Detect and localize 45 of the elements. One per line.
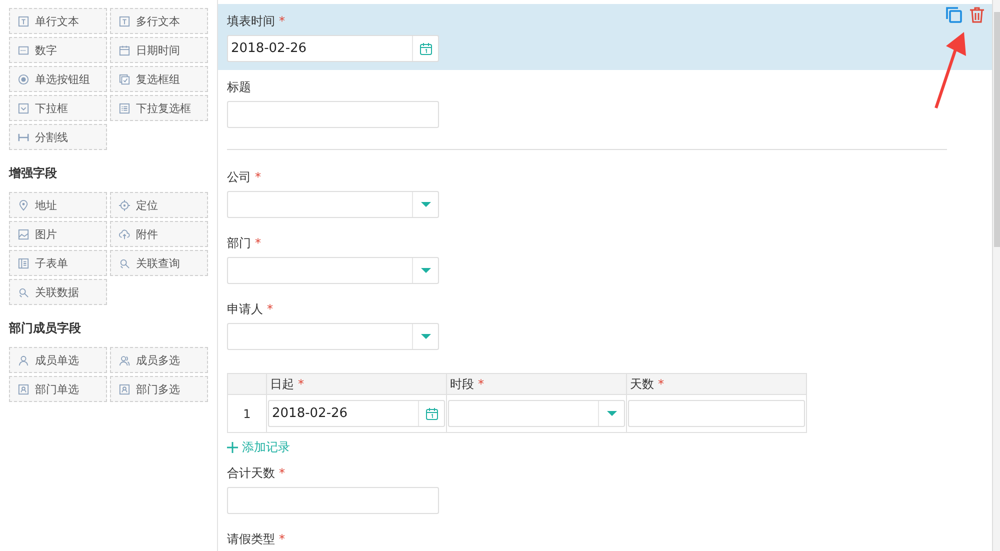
field-type-button[interactable]: 下拉复选框 [110, 95, 208, 121]
field-type-button[interactable]: 分割线 [9, 124, 107, 150]
section-heading: 部门成员字段 [9, 320, 82, 337]
required-mark: * [267, 301, 273, 317]
column-header: 天数 [630, 376, 654, 390]
required-mark: * [279, 13, 285, 29]
required-mark: * [298, 376, 304, 390]
field-type-button[interactable]: 部门单选 [9, 376, 107, 402]
field-type-button[interactable]: 图片 [9, 221, 107, 247]
field-type-button[interactable]: 定位 [110, 192, 208, 218]
field-type-button[interactable]: 数字 [9, 37, 107, 63]
field-type-button[interactable]: 复选框组 [110, 66, 208, 92]
column-header: 日起 [270, 376, 294, 390]
field-type-button[interactable]: 单选按钮组 [9, 66, 107, 92]
field-label: 请假类型 [227, 531, 275, 547]
row-number: 1 [228, 394, 266, 432]
required-mark: * [658, 376, 664, 390]
field-label: 公司 [227, 169, 251, 185]
required-mark: * [255, 235, 261, 251]
required-mark: * [279, 465, 285, 481]
field-label: 填表时间 [227, 13, 275, 29]
section-heading: 增强字段 [9, 165, 58, 182]
required-mark: * [255, 169, 261, 185]
field-type-button[interactable]: 关联查询 [110, 250, 208, 276]
field-type-button[interactable]: 部门多选 [110, 376, 208, 402]
selected-field-panel[interactable]: 填表时间 * 2018-02-26 [218, 4, 992, 70]
field-type-button[interactable]: 日期时间 [110, 37, 208, 63]
column-header: 时段 [450, 376, 474, 390]
field-label: 合计天数 [227, 465, 275, 481]
field-type-button[interactable]: 关联数据 [9, 279, 107, 305]
field-type-button[interactable]: 多行文本 [110, 8, 208, 34]
field-type-button[interactable]: 成员单选 [9, 347, 107, 373]
field-label: 部门 [227, 235, 251, 251]
field-type-button[interactable]: 地址 [9, 192, 107, 218]
date-field[interactable]: 2018-02-26 [227, 35, 439, 62]
required-mark: * [478, 376, 484, 390]
field-type-button[interactable]: 子表单 [9, 250, 107, 276]
field-label: 申请人 [227, 301, 263, 317]
required-mark: * [279, 531, 285, 547]
date-field[interactable]: 2018-02-26 [268, 400, 445, 427]
field-type-button[interactable]: 单行文本 [9, 8, 107, 34]
field-type-button[interactable]: 成员多选 [110, 347, 208, 373]
field-type-button[interactable]: 下拉框 [9, 95, 107, 121]
field-type-button[interactable]: 附件 [110, 221, 208, 247]
field-label: 标题 [227, 79, 251, 95]
